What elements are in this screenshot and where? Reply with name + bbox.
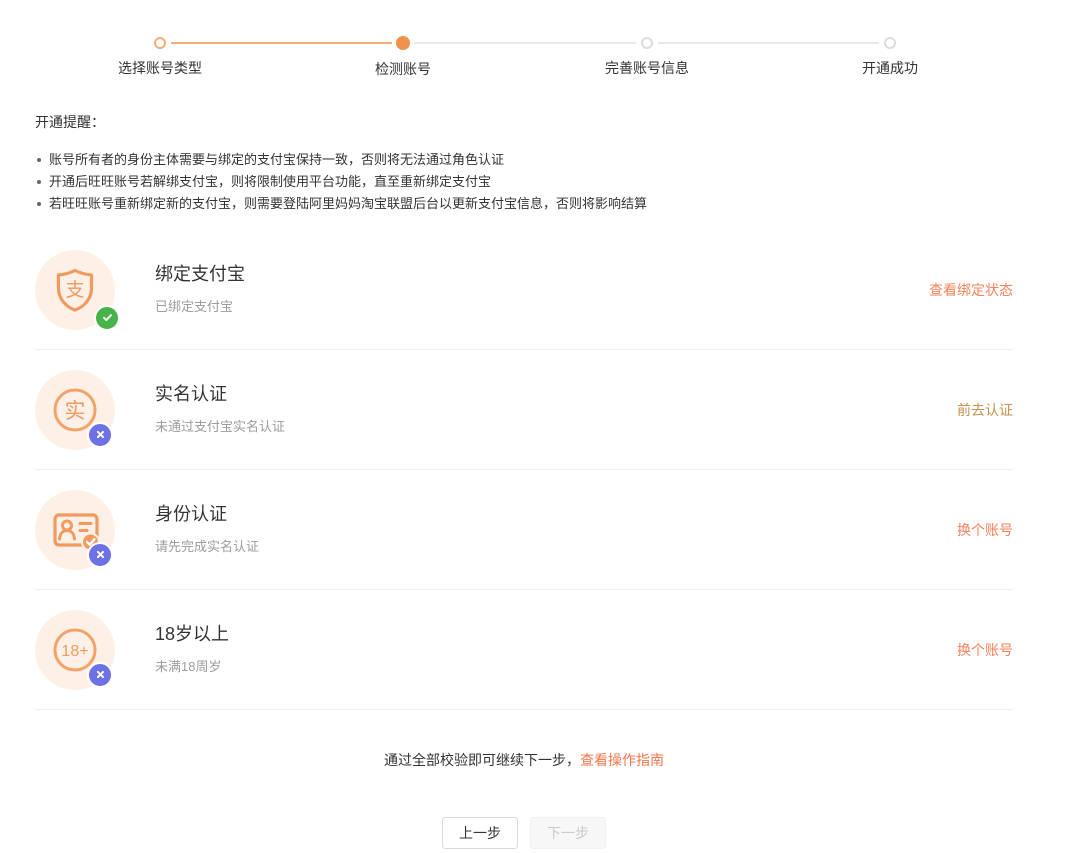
real-name-glyph: 实: [65, 400, 86, 423]
notice-item: 账号所有者的身份主体需要与绑定的支付宝保持一致，否则将无法通过角色认证: [35, 149, 1013, 171]
step-success: 开通成功: [800, 36, 980, 78]
next-step-button[interactable]: 下一步: [530, 817, 606, 849]
view-binding-status-link[interactable]: 查看绑定状态: [929, 280, 1013, 300]
step-label: 完善账号信息: [605, 58, 689, 78]
check-title: 绑定支付宝: [155, 264, 245, 286]
activation-notice: 开通提醒： 账号所有者的身份主体需要与绑定的支付宝保持一致，否则将无法通过角色认…: [35, 112, 1013, 215]
check-text: 身份认证 请先完成实名认证: [155, 504, 259, 556]
operation-guide-link[interactable]: 查看操作指南: [580, 752, 664, 768]
notice-item: 开通后旺旺账号若解绑支付宝，则将限制使用平台功能，直至重新绑定支付宝: [35, 171, 1013, 193]
check-title: 实名认证: [155, 384, 285, 406]
step-select-account-type: 选择账号类型: [70, 36, 250, 78]
alipay-glyph: 支: [65, 279, 84, 301]
notice-list: 账号所有者的身份主体需要与绑定的支付宝保持一致，否则将无法通过角色认证 开通后旺…: [35, 149, 1013, 215]
footer-note: 通过全部校验即可继续下一步，查看操作指南: [35, 750, 1013, 770]
status-check-icon: [94, 305, 120, 331]
check-item-age-18: 18+ 18岁以上 未满18周岁 换个账号: [35, 590, 1013, 710]
step-dot-pending: [641, 37, 653, 49]
status-cross-icon: [87, 662, 113, 688]
check-desc: 已绑定支付宝: [155, 296, 245, 315]
check-title: 18岁以上: [155, 624, 229, 646]
wizard-buttons: 上一步 下一步: [35, 817, 1013, 849]
real-name-icon: 实: [35, 370, 115, 450]
step-label: 选择账号类型: [118, 58, 202, 78]
go-verify-link[interactable]: 前去认证: [957, 400, 1013, 420]
notice-title: 开通提醒：: [35, 112, 1013, 132]
step-check-account: 检测账号: [313, 36, 493, 79]
check-desc: 未满18周岁: [155, 656, 229, 675]
status-cross-icon: [87, 422, 113, 448]
step-dot-done: [154, 37, 166, 49]
alipay-shield-icon: 支: [35, 250, 115, 330]
age-18-glyph: 18+: [61, 643, 88, 660]
check-text: 绑定支付宝 已绑定支付宝: [155, 264, 245, 316]
age-18-plus-icon: 18+: [35, 610, 115, 690]
step-dot-pending: [884, 37, 896, 49]
account-check-page: 选择账号类型 检测账号 完善账号信息 开通成功 开通提醒： 账号所有者的身份主体…: [0, 0, 1070, 853]
check-item-real-name: 实 实名认证 未通过支付宝实名认证 前去认证: [35, 350, 1013, 470]
check-text: 实名认证 未通过支付宝实名认证: [155, 384, 285, 436]
check-desc: 请先完成实名认证: [155, 536, 259, 555]
notice-item: 若旺旺账号重新绑定新的支付宝，则需要登陆阿里妈妈淘宝联盟后台以更新支付宝信息，否…: [35, 193, 1013, 215]
prev-step-button[interactable]: 上一步: [442, 817, 518, 849]
check-item-identity: 身份认证 请先完成实名认证 换个账号: [35, 470, 1013, 590]
step-dot-active: [396, 36, 410, 50]
check-desc: 未通过支付宝实名认证: [155, 416, 285, 435]
footer-note-text: 通过全部校验即可继续下一步，: [384, 752, 580, 768]
change-account-link[interactable]: 换个账号: [957, 520, 1013, 540]
step-complete-info: 完善账号信息: [557, 36, 737, 78]
change-account-link[interactable]: 换个账号: [957, 640, 1013, 660]
id-card-icon: [35, 490, 115, 570]
step-label: 开通成功: [862, 58, 918, 78]
check-text: 18岁以上 未满18周岁: [155, 624, 229, 676]
check-item-alipay-bind: 支 绑定支付宝 已绑定支付宝 查看绑定状态: [35, 230, 1013, 350]
status-cross-icon: [87, 542, 113, 568]
step-label: 检测账号: [375, 59, 431, 79]
check-title: 身份认证: [155, 504, 259, 526]
verification-checklist: 支 绑定支付宝 已绑定支付宝 查看绑定状态 实: [35, 230, 1013, 710]
progress-stepper: 选择账号类型 检测账号 完善账号信息 开通成功: [0, 0, 1070, 92]
